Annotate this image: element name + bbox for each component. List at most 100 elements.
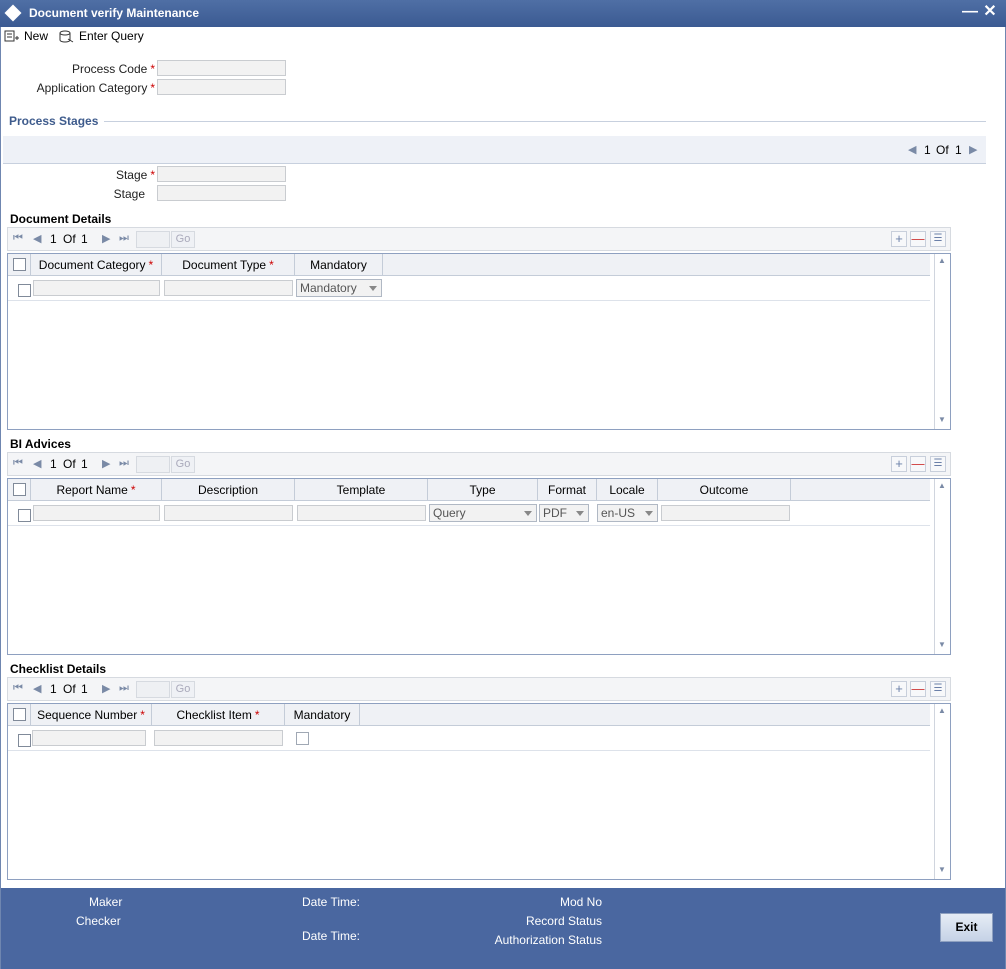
select-all-cell — [8, 254, 31, 276]
exit-button[interactable]: Exit — [940, 913, 993, 942]
grid-header: Report Name * Description Template Type F… — [8, 479, 930, 501]
column-header: Document Type * — [162, 254, 295, 276]
vertical-scrollbar[interactable]: ▲ ▼ — [934, 704, 950, 879]
last-page-icon[interactable]: ⏭ — [119, 682, 129, 695]
column-header: Mandatory — [295, 254, 383, 276]
single-view-icon[interactable]: ☰ — [930, 231, 946, 247]
row-checkbox[interactable] — [18, 284, 31, 297]
select-all-checkbox[interactable] — [12, 708, 26, 721]
diamond-icon — [4, 4, 22, 22]
go-button[interactable]: Go — [171, 681, 195, 698]
add-row-icon[interactable]: + — [891, 231, 907, 247]
vertical-scrollbar[interactable]: ▲ ▼ — [934, 254, 950, 429]
checklist-details-title: Checklist Details — [10, 662, 107, 676]
prev-page-icon[interactable]: ◀ — [33, 232, 41, 245]
stage-pager-current: 1 — [924, 143, 931, 157]
first-page-icon[interactable]: ⏮ — [13, 457, 23, 470]
page-number-input[interactable] — [136, 681, 170, 698]
process-code-input[interactable] — [157, 60, 286, 76]
first-page-icon[interactable]: ⏮ — [13, 682, 23, 695]
new-label: New — [24, 29, 49, 43]
page-number-input[interactable] — [136, 231, 170, 248]
row-checkbox[interactable] — [18, 509, 31, 522]
stage-desc-label: Stage — [113, 187, 145, 201]
pager-total: 1 — [81, 457, 88, 471]
window-title: Document verify Maintenance — [29, 6, 200, 20]
stage-pager-total: 1 — [955, 143, 962, 157]
document-details-grid: Document Category * Document Type * Mandat… — [7, 253, 951, 430]
go-button[interactable]: Go — [171, 231, 195, 248]
prev-page-icon[interactable]: ◀ — [33, 457, 41, 470]
prev-page-icon[interactable]: ◀ — [908, 143, 916, 156]
single-view-icon[interactable]: ☰ — [930, 456, 946, 472]
table-row: Mandatory — [8, 277, 930, 301]
delete-row-icon[interactable]: — — [910, 456, 926, 472]
section-divider — [104, 121, 986, 122]
process-stages-title: Process Stages — [9, 114, 99, 128]
scroll-up-icon[interactable]: ▲ — [938, 706, 946, 715]
stage-desc-input[interactable] — [157, 185, 286, 201]
checklist-item-input[interactable] — [154, 730, 283, 746]
checker-datetime-label: Date Time: — [302, 929, 361, 943]
add-row-icon[interactable]: + — [891, 456, 907, 472]
outcome-input[interactable] — [661, 505, 790, 521]
locale-select[interactable]: en-US — [597, 504, 658, 522]
mandatory-checkbox[interactable] — [296, 732, 309, 745]
pager-total: 1 — [81, 682, 88, 696]
grid-header: Sequence Number * Checklist Item * Mandato… — [8, 704, 930, 726]
close-icon[interactable]: ✕ — [982, 2, 998, 22]
scroll-up-icon[interactable]: ▲ — [938, 256, 946, 265]
vertical-scrollbar[interactable]: ▲ ▼ — [934, 479, 950, 654]
maker-label: Maker — [89, 895, 123, 909]
checklist-details-pager: ⏮ ◀ 1 Of 1 ▶ ⏭ Go + — ☰ — [7, 677, 951, 701]
add-row-icon[interactable]: + — [891, 681, 907, 697]
checklist-details-grid: Sequence Number * Checklist Item * Mandato… — [7, 703, 951, 880]
page-number-input[interactable] — [136, 456, 170, 473]
next-page-icon[interactable]: ▶ — [102, 457, 110, 470]
column-header: Sequence Number * — [31, 704, 152, 726]
column-header: Type — [428, 479, 538, 501]
column-header: Document Category * — [31, 254, 162, 276]
last-page-icon[interactable]: ⏭ — [119, 457, 129, 470]
single-view-icon[interactable]: ☰ — [930, 681, 946, 697]
sequence-number-input[interactable] — [32, 730, 146, 746]
delete-row-icon[interactable]: — — [910, 231, 926, 247]
column-header: Format — [538, 479, 597, 501]
checker-label: Checker — [76, 914, 121, 928]
next-page-icon[interactable]: ▶ — [102, 232, 110, 245]
mandatory-select[interactable]: Mandatory — [296, 279, 382, 297]
column-header: Locale — [597, 479, 658, 501]
enter-query-button[interactable]: Enter Query — [59, 27, 154, 47]
process-stages-bar: ◀ 1 Of 1 ▶ — [3, 136, 986, 164]
select-all-checkbox[interactable] — [12, 258, 26, 271]
bi-advices-pager: ⏮ ◀ 1 Of 1 ▶ ⏭ Go + — ☰ — [7, 452, 951, 476]
template-input[interactable] — [297, 505, 426, 521]
next-page-icon[interactable]: ▶ — [969, 143, 977, 156]
scroll-up-icon[interactable]: ▲ — [938, 481, 946, 490]
document-category-input[interactable] — [33, 280, 160, 296]
next-page-icon[interactable]: ▶ — [102, 682, 110, 695]
scroll-down-icon[interactable]: ▼ — [938, 640, 946, 649]
report-name-input[interactable] — [33, 505, 160, 521]
new-button[interactable]: New — [4, 27, 54, 47]
stage-input[interactable] — [157, 166, 286, 182]
delete-row-icon[interactable]: — — [910, 681, 926, 697]
type-select[interactable]: Query — [429, 504, 537, 522]
minimize-icon[interactable]: — — [962, 2, 978, 22]
first-page-icon[interactable]: ⏮ — [13, 232, 23, 245]
description-input[interactable] — [164, 505, 293, 521]
go-button[interactable]: Go — [171, 456, 195, 473]
row-checkbox[interactable] — [18, 734, 31, 747]
scroll-down-icon[interactable]: ▼ — [938, 865, 946, 874]
prev-page-icon[interactable]: ◀ — [33, 682, 41, 695]
select-all-checkbox[interactable] — [12, 483, 26, 496]
document-details-pager: ⏮ ◀ 1 Of 1 ▶ ⏭ Go + — ☰ — [7, 227, 951, 251]
application-category-input[interactable] — [157, 79, 286, 95]
scroll-down-icon[interactable]: ▼ — [938, 415, 946, 424]
select-all-cell — [8, 704, 31, 726]
stage-label: Stage * — [115, 168, 155, 182]
last-page-icon[interactable]: ⏭ — [119, 232, 129, 245]
format-select[interactable]: PDF — [539, 504, 589, 522]
column-header: Mandatory — [285, 704, 360, 726]
document-type-input[interactable] — [164, 280, 293, 296]
